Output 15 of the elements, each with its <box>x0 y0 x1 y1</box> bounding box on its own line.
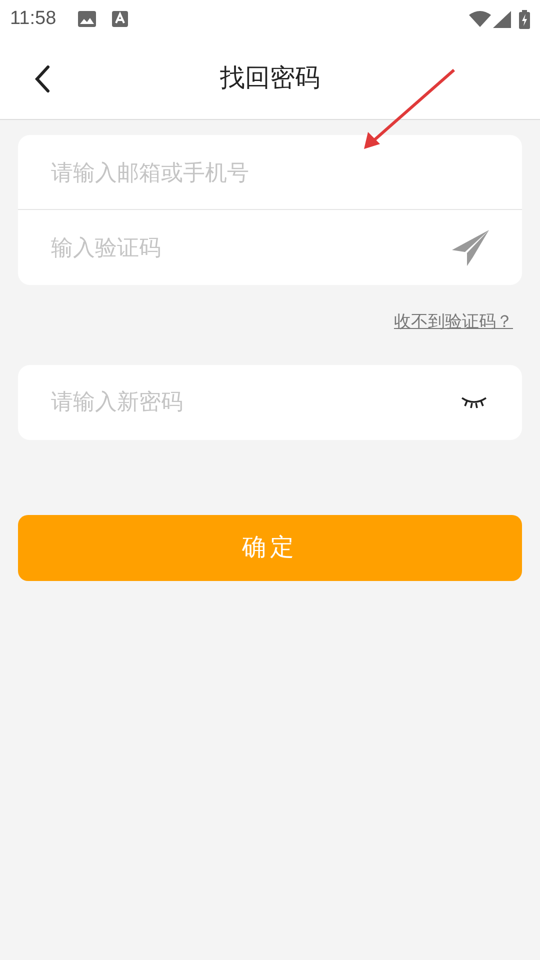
battery-icon <box>519 10 530 28</box>
status-time: 11:58 <box>10 6 56 31</box>
send-icon[interactable] <box>452 230 490 266</box>
no-code-link[interactable]: 收不到验证码？ <box>394 309 513 334</box>
back-icon <box>34 65 50 93</box>
wifi-icon <box>469 11 491 27</box>
font-icon <box>112 11 128 27</box>
image-icon <box>78 11 96 27</box>
closed-eye-icon[interactable] <box>460 395 488 409</box>
account-input[interactable]: 请输入邮箱或手机号 <box>51 156 489 188</box>
code-input[interactable]: 输入验证码 <box>51 231 452 264</box>
page-title: 找回密码 <box>220 62 320 94</box>
confirm-button[interactable]: 确定 <box>18 514 522 580</box>
signal-icon <box>493 10 511 28</box>
password-input[interactable]: 请输入新密码 <box>18 364 522 440</box>
